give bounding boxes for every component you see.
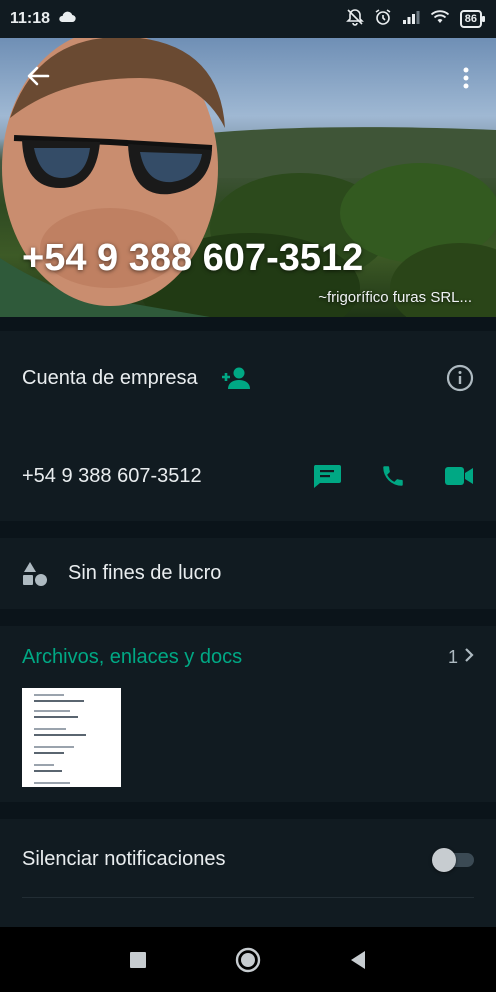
home-icon[interactable] [233,945,263,975]
divider [22,897,474,898]
business-category-label: Sin fines de lucro [68,562,222,584]
media-title: Archivos, enlaces y docs [22,646,243,668]
media-header[interactable]: Archivos, enlaces y docs 1 [22,646,474,669]
video-call-icon[interactable] [444,465,474,487]
status-bar: 11:18 86 [0,0,496,38]
system-navigation-bar [0,927,496,992]
media-count-button[interactable]: 1 [448,647,474,668]
mute-notifications-label: Silenciar notificaciones [22,847,226,870]
battery-icon: 86 [459,10,486,28]
wifi-icon [430,9,450,29]
more-vert-icon [463,67,469,94]
document-thumbnail[interactable] [22,688,121,787]
message-icon[interactable] [312,463,342,489]
media-count: 1 [447,647,458,667]
signal-icon [402,10,420,29]
info-icon[interactable] [446,364,474,392]
profile-photo-header[interactable]: +54 9 388 607-3512 ~frigorífico furas SR… [0,38,496,317]
cloud-icon [58,10,76,28]
business-category-section: Sin fines de lucro [0,538,496,609]
arrow-back-icon [25,63,51,94]
chevron-right-icon [464,647,474,668]
contact-phone-title: +54 9 388 607-3512 [22,237,364,279]
category-shapes-icon [22,561,48,587]
business-category-row: Sin fines de lucro [0,538,496,609]
more-options-button[interactable] [454,64,478,96]
toggle-knob [432,848,456,872]
media-section: Archivos, enlaces y docs 1 [0,626,496,802]
phone-actions [312,463,474,489]
call-icon[interactable] [380,463,406,489]
mute-section: Silenciar notificaciones [0,819,496,927]
person-add-icon[interactable] [220,366,252,390]
alarm-icon [374,8,392,31]
business-account-label: Cuenta de empresa [22,366,198,389]
phone-number-row[interactable]: +54 9 388 607-3512 [0,447,496,505]
business-info-section: Cuenta de empresa +54 9 388 607-3512 [0,331,496,521]
status-time: 11:18 [10,10,51,27]
back-icon[interactable] [343,945,373,975]
back-button[interactable] [22,62,54,94]
mute-notifications-row[interactable]: Silenciar notificaciones [0,831,496,887]
mute-toggle[interactable] [432,848,474,872]
recents-icon[interactable] [123,945,153,975]
phone-number-text: +54 9 388 607-3512 [22,464,202,487]
contact-push-name: ~frigorífico furas SRL... [318,289,472,306]
notifications-off-icon [345,8,364,31]
business-account-row[interactable]: Cuenta de empresa [0,349,496,407]
